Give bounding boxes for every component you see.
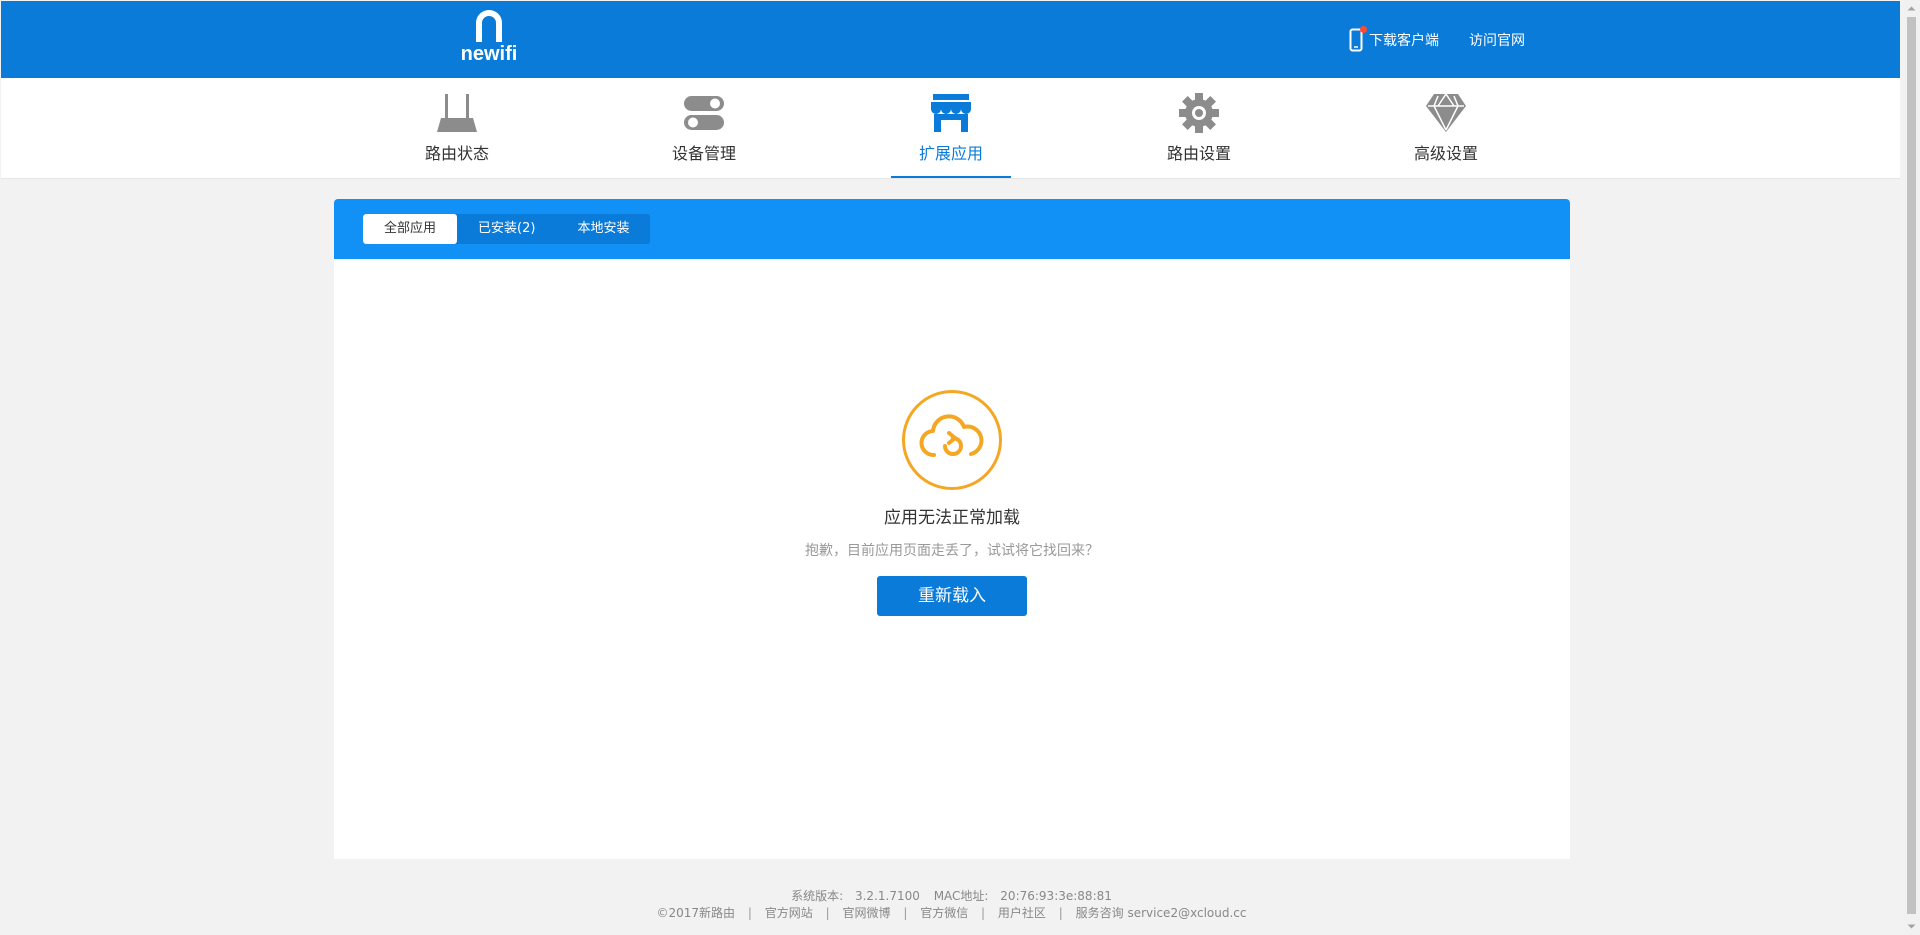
- logo-text: newifi: [460, 43, 518, 65]
- divider: |: [825, 906, 830, 920]
- notification-dot: [1360, 26, 1367, 33]
- tab-all-apps[interactable]: 全部应用: [363, 214, 458, 244]
- store-icon: [931, 94, 971, 132]
- vertical-scrollbar[interactable]: [1903, 0, 1920, 935]
- diamond-icon: [1426, 93, 1466, 132]
- tab-installed[interactable]: 已安装(2): [457, 214, 556, 244]
- download-client-link[interactable]: 下载客户端: [1349, 26, 1439, 52]
- mac-value: 20:76:93:3e:88:81: [1000, 889, 1112, 903]
- divider: |: [981, 906, 986, 920]
- divider: |: [747, 906, 752, 920]
- main-nav: 路由状态 设备管理 扩展应用 路由设置 高级设置: [1, 78, 1900, 179]
- nav-extensions[interactable]: 扩展应用: [891, 78, 1011, 178]
- download-client-label: 下载客户端: [1369, 33, 1439, 49]
- footer-link-wechat[interactable]: 官方微信: [920, 906, 968, 920]
- app-tabs: 全部应用 已安装(2) 本地安装: [363, 214, 651, 244]
- scroll-down-icon[interactable]: [1903, 918, 1920, 935]
- gear-icon: [1179, 93, 1219, 133]
- footer-link-official-site[interactable]: 官方网站: [765, 906, 813, 920]
- version-label: 系统版本:: [791, 889, 844, 903]
- scrollbar-thumb[interactable]: [1907, 17, 1916, 914]
- top-bar: newifi 下载客户端 访问官网: [1, 1, 1900, 78]
- error-title: 应用无法正常加载: [884, 508, 1020, 528]
- nav-router-settings[interactable]: 路由设置: [1139, 78, 1259, 178]
- scroll-up-icon[interactable]: [1903, 0, 1920, 17]
- cloud-refresh-icon: [902, 390, 1002, 490]
- divider: |: [1058, 906, 1063, 920]
- reload-button[interactable]: 重新载入: [877, 576, 1027, 616]
- nav-router-status[interactable]: 路由状态: [397, 78, 517, 178]
- nav-device-management[interactable]: 设备管理: [644, 78, 764, 178]
- phone-icon: [1349, 26, 1367, 52]
- tab-local-install[interactable]: 本地安装: [556, 214, 650, 244]
- service-contact: 服务咨询 service2@xcloud.cc: [1075, 906, 1247, 920]
- divider: |: [903, 906, 908, 920]
- nav-label: 设备管理: [671, 144, 736, 163]
- top-links: 下载客户端 访问官网: [1349, 26, 1525, 52]
- mac-label: MAC地址:: [933, 889, 989, 903]
- footer-link-weibo[interactable]: 官网微博: [842, 906, 890, 920]
- nav-label: 路由状态: [424, 144, 489, 163]
- copyright: ©2017新路由: [656, 906, 736, 920]
- footer-link-community[interactable]: 用户社区: [998, 906, 1046, 920]
- footer-system-info: 系统版本: 3.2.1.7100 MAC地址: 20:76:93:3e:88:8…: [0, 888, 1903, 905]
- router-icon: [437, 94, 477, 132]
- nav-label: 路由设置: [1166, 144, 1231, 163]
- panel-header: 全部应用 已安装(2) 本地安装: [334, 199, 1570, 259]
- nav-label: 扩展应用: [918, 144, 983, 163]
- version-value: 3.2.1.7100: [854, 889, 920, 903]
- nav-advanced-settings[interactable]: 高级设置: [1386, 78, 1506, 178]
- toggle-icon: [684, 96, 724, 130]
- app-panel: 全部应用 已安装(2) 本地安装 应用无法正常加载 抱歉，目前应用页面走丢了，试…: [334, 199, 1570, 859]
- nav-label: 高级设置: [1413, 144, 1478, 163]
- load-error: 应用无法正常加载 抱歉，目前应用页面走丢了，试试将它找回来？ 重新载入: [334, 389, 1570, 616]
- footer-links: ©2017新路由 | 官方网站 | 官网微博 | 官方微信 | 用户社区 | 服…: [0, 905, 1903, 922]
- error-message: 抱歉，目前应用页面走丢了，试试将它找回来？: [805, 543, 1099, 559]
- newifi-logo[interactable]: newifi: [459, 7, 519, 73]
- visit-site-link[interactable]: 访问官网: [1469, 30, 1525, 50]
- logo-mark-icon: [476, 10, 502, 42]
- footer: 系统版本: 3.2.1.7100 MAC地址: 20:76:93:3e:88:8…: [0, 888, 1903, 922]
